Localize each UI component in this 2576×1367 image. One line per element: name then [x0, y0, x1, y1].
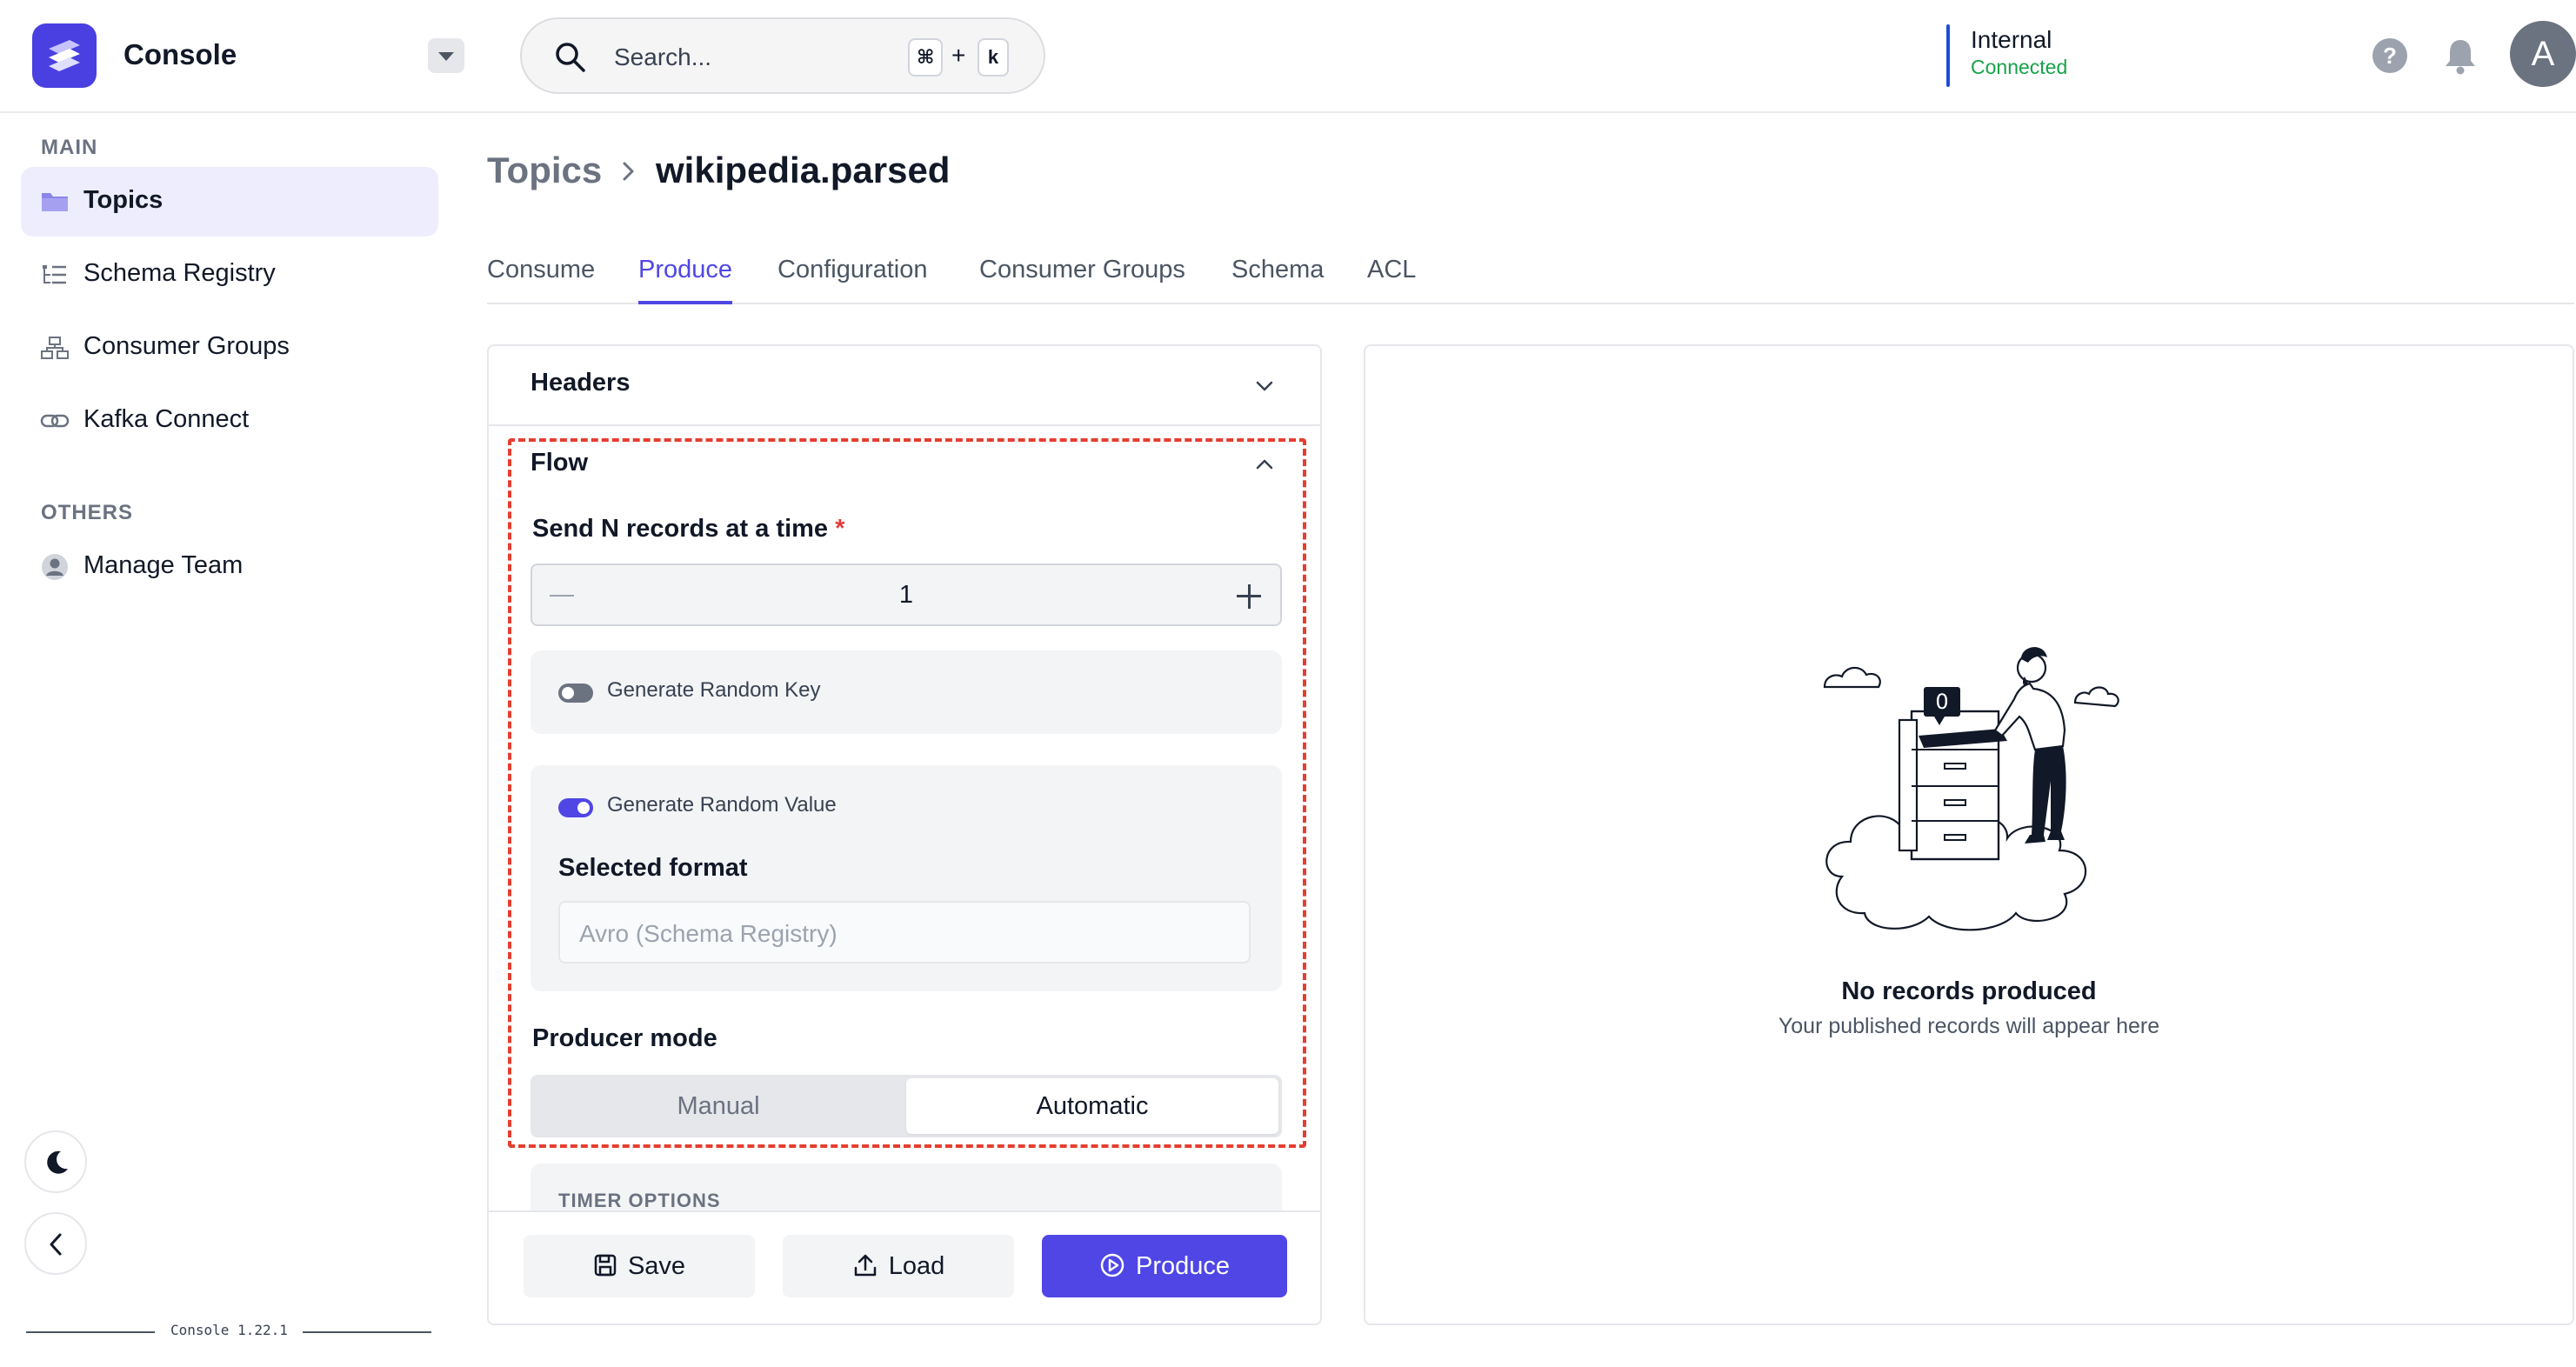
sidebar: MAIN Topics Schema Registry Consumer Gro… — [0, 113, 452, 1367]
sidebar-item-kafka-connect[interactable]: Kafka Connect — [21, 386, 438, 456]
sidebar-heading-others: OTHERS — [41, 501, 134, 524]
load-button-label: Load — [888, 1252, 945, 1280]
play-circle-icon — [1100, 1254, 1124, 1277]
collapse-sidebar-button[interactable] — [24, 1212, 87, 1275]
version-footer: Console 1.22.1 — [26, 1320, 433, 1343]
sidebar-item-schema-registry[interactable]: Schema Registry — [21, 240, 438, 310]
sidebar-item-label: Kafka Connect — [83, 405, 250, 433]
chevron-down-icon — [1256, 381, 1273, 391]
form-action-bar: Save Load Produce — [489, 1210, 1320, 1324]
headers-accordion[interactable]: Headers — [489, 346, 1320, 426]
tab-acl[interactable]: ACL — [1367, 256, 1416, 304]
search-placeholder: Search... — [614, 43, 712, 70]
global-search-input[interactable]: Search... ⌘ + k — [520, 17, 1045, 94]
tab-produce[interactable]: Produce — [638, 256, 733, 304]
environment-indicator — [1946, 24, 1950, 87]
produce-button[interactable]: Produce — [1042, 1235, 1287, 1297]
environment-name[interactable]: Internal — [1971, 26, 2052, 54]
upload-icon — [854, 1255, 876, 1277]
empty-state-illustration: 0 — [1823, 647, 2119, 931]
load-button[interactable]: Load — [783, 1235, 1014, 1297]
sidebar-item-topics[interactable]: Topics — [21, 167, 438, 237]
sidebar-item-label: Schema Registry — [83, 259, 276, 287]
app-logo-icon[interactable] — [32, 23, 97, 88]
sidebar-item-label: Manage Team — [83, 551, 244, 579]
save-button[interactable]: Save — [524, 1235, 755, 1297]
link-icon — [40, 414, 70, 428]
tab-consume[interactable]: Consume — [487, 256, 595, 304]
tab-schema[interactable]: Schema — [1231, 256, 1324, 304]
breadcrumb-topics-link[interactable]: Topics — [487, 150, 602, 191]
timer-options-heading: TIMER OPTIONS — [558, 1190, 721, 1211]
notification-count-badge: 0 — [1935, 690, 1948, 714]
version-text: Console 1.22.1 — [170, 1322, 288, 1338]
chevron-right-icon — [623, 162, 634, 181]
theme-toggle-button[interactable] — [24, 1130, 87, 1193]
tab-consumer-groups[interactable]: Consumer Groups — [979, 256, 1185, 304]
produce-form-panel: Headers Flow Send N records at a time * … — [487, 344, 1322, 1325]
folder-icon — [42, 193, 68, 211]
list-tree-icon — [43, 265, 66, 284]
hierarchy-icon — [41, 337, 69, 359]
user-circle-icon — [42, 554, 68, 580]
sidebar-item-consumer-groups[interactable]: Consumer Groups — [21, 313, 438, 383]
environment-status: Connected — [1971, 56, 2068, 78]
help-icon[interactable]: ? — [2372, 38, 2407, 73]
headers-title: Headers — [531, 369, 631, 397]
empty-state-title: No records produced — [1841, 977, 2097, 1005]
empty-state-subtitle: Your published records will appear here — [1778, 1014, 2160, 1038]
search-icon — [556, 43, 585, 72]
shortcut-cmd-key: ⌘ — [908, 38, 944, 77]
moon-icon — [47, 1150, 68, 1174]
page-title: wikipedia.parsed — [656, 150, 951, 190]
shortcut-plus: + — [951, 42, 966, 69]
save-button-label: Save — [627, 1252, 686, 1280]
shortcut-k-key: k — [978, 38, 1009, 77]
sidebar-item-label: Consumer Groups — [83, 332, 290, 360]
top-bar: Console Search... ⌘ + k Internal Connect… — [0, 0, 2576, 113]
produce-button-label: Produce — [1135, 1252, 1230, 1280]
app-title: Console — [123, 38, 237, 70]
user-avatar[interactable]: A — [2510, 21, 2576, 87]
app-switcher-dropdown[interactable] — [428, 38, 464, 73]
floppy-disk-icon — [594, 1255, 617, 1277]
produced-records-panel: 0 No records produced Your published rec… — [1364, 344, 2574, 1325]
topic-tabs: Consume Produce Configuration Consumer G… — [487, 252, 2574, 304]
flow-highlight-box — [508, 438, 1306, 1148]
sidebar-item-manage-team[interactable]: Manage Team — [21, 532, 438, 602]
chevron-left-icon — [50, 1233, 62, 1256]
sidebar-heading-main: MAIN — [41, 136, 98, 159]
sidebar-item-label: Topics — [83, 186, 164, 214]
tab-configuration[interactable]: Configuration — [777, 256, 928, 304]
notification-bell-icon[interactable] — [2442, 37, 2479, 75]
